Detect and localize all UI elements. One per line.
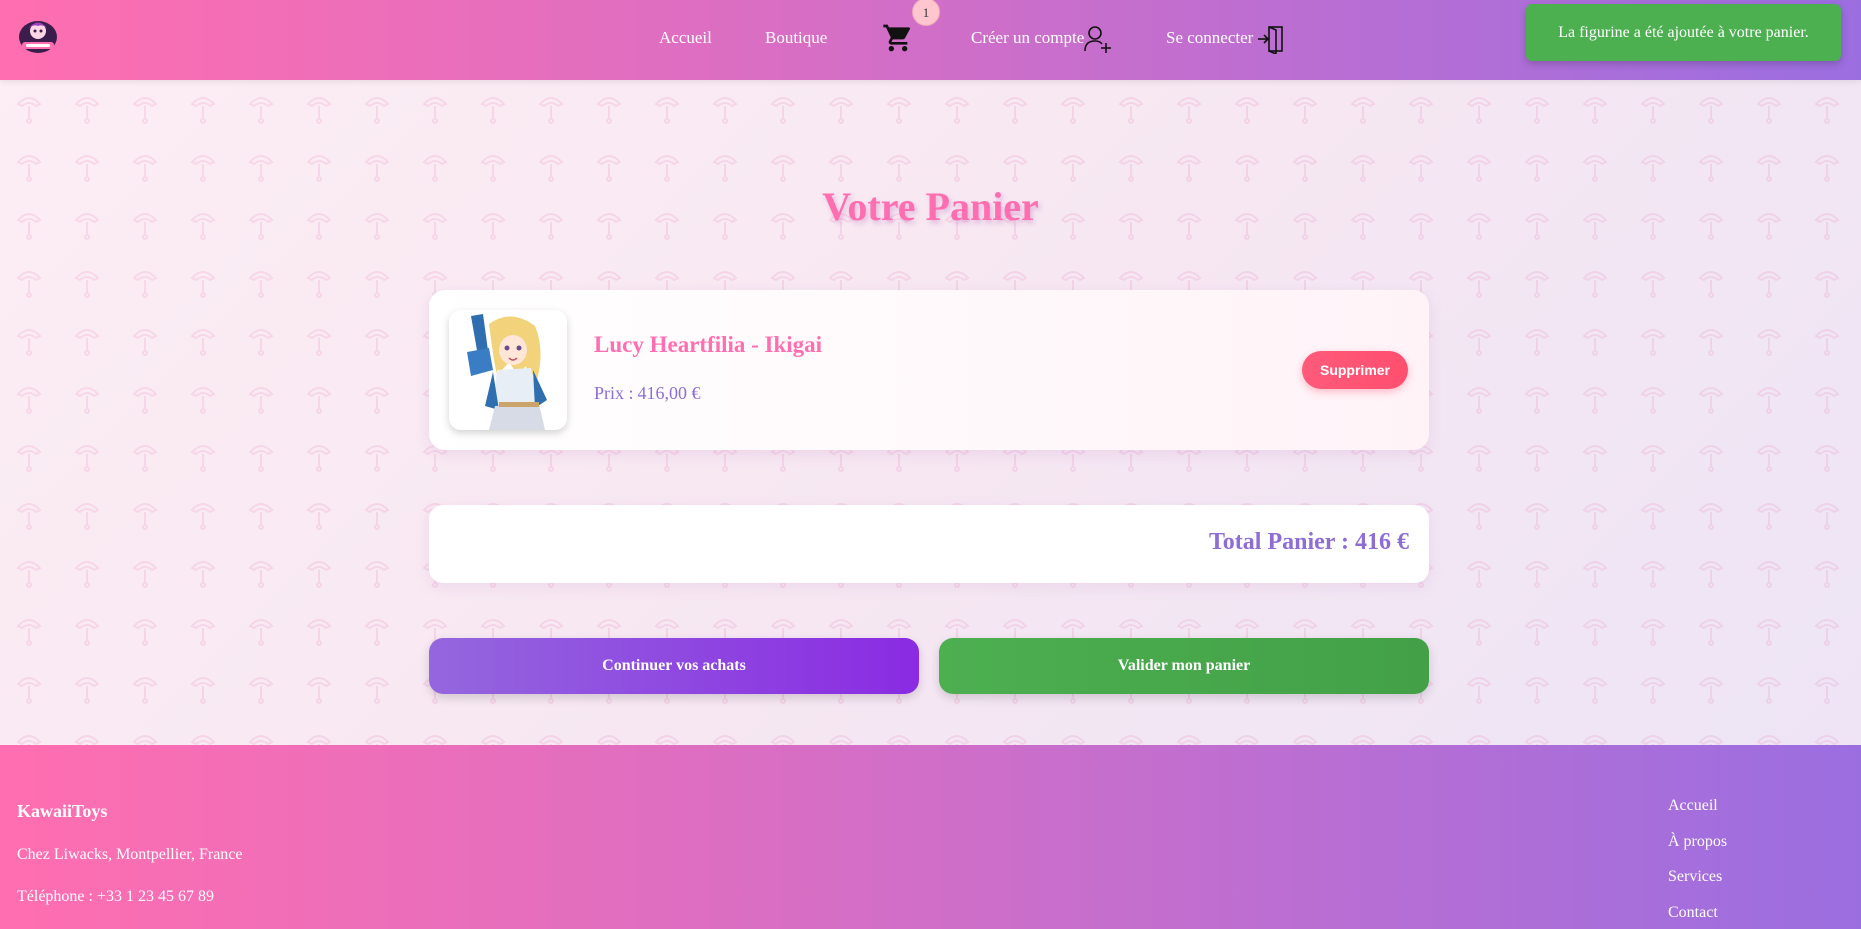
added-to-cart-toast: La figurine a été ajoutée à votre panier… [1526, 4, 1841, 61]
price-label: Prix : [594, 383, 634, 403]
total-label: Total Panier : [1208, 529, 1349, 555]
cart-icon[interactable] [882, 22, 914, 54]
logo-icon[interactable] [16, 18, 60, 56]
validate-cart-button[interactable]: Valider mon panier [939, 638, 1429, 694]
footer-brand: KawaiiToys [17, 801, 108, 821]
login-door-icon[interactable] [1256, 24, 1286, 56]
continue-shopping-button[interactable]: Continuer vos achats [429, 638, 919, 694]
nav-shop[interactable]: Boutique [765, 28, 827, 48]
site-header: Accueil Boutique 1 Créer un compte Se co… [0, 0, 1861, 80]
nav-create-account[interactable]: Créer un compte [971, 28, 1084, 48]
product-name[interactable]: Lucy Heartfilia - Ikigai [594, 332, 822, 358]
cart-total-card: Total Panier : 416 € [429, 505, 1429, 583]
cart-total: Total Panier : 416 € [1209, 529, 1409, 556]
footer-link-about[interactable]: À propos [1668, 833, 1727, 851]
footer-link-home[interactable]: Accueil [1668, 797, 1718, 815]
cart-count-badge: 1 [912, 0, 940, 26]
cart-item-card: Lucy Heartfilia - Ikigai Prix :416,00 € … [429, 290, 1429, 450]
page-title: Votre Panier [822, 184, 1039, 229]
product-price: Prix :416,00 € [594, 383, 701, 404]
remove-item-button[interactable]: Supprimer [1302, 351, 1408, 389]
add-user-icon[interactable] [1083, 24, 1113, 54]
footer-link-contact[interactable]: Contact [1668, 904, 1718, 922]
footer-link-services[interactable]: Services [1668, 868, 1722, 886]
total-value: 416 € [1355, 529, 1409, 555]
price-value: 416,00 € [637, 383, 701, 403]
footer-address: Chez Liwacks, Montpellier, France [17, 846, 243, 863]
product-image[interactable] [449, 310, 567, 430]
footer-phone: Téléphone : +33 1 23 45 67 89 [17, 888, 214, 905]
site-footer: KawaiiToys Chez Liwacks, Montpellier, Fr… [0, 745, 1861, 929]
nav-home[interactable]: Accueil [659, 28, 712, 48]
nav-login[interactable]: Se connecter [1166, 28, 1253, 48]
